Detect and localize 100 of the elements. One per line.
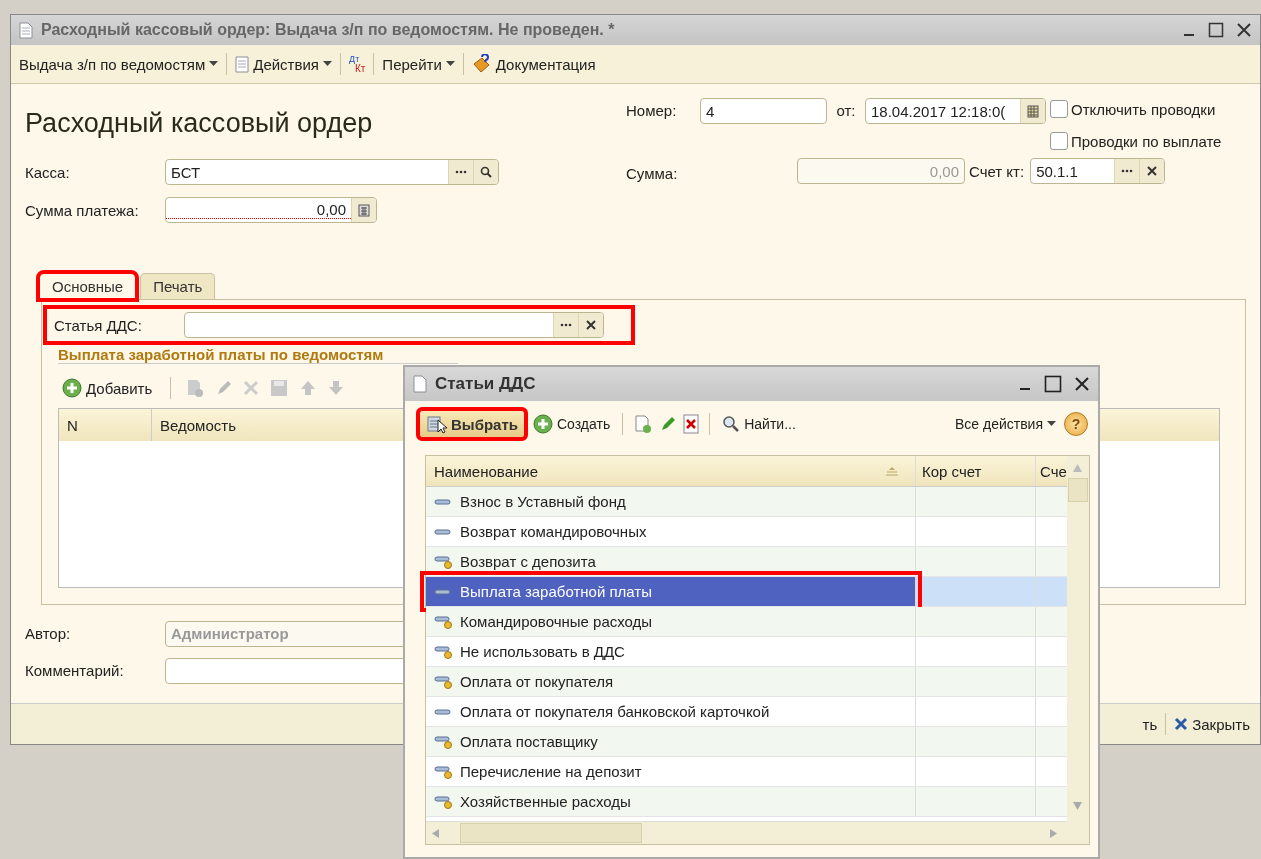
ellipsis-icon[interactable] (455, 170, 467, 174)
checkbox[interactable]: Отключить проводки (1050, 98, 1222, 120)
ellipsis-icon[interactable] (560, 323, 572, 327)
field-label: Сумма: (626, 163, 679, 182)
column-header[interactable]: N (59, 409, 152, 441)
close-button[interactable]: Закрыть (1170, 713, 1254, 735)
clear-icon[interactable] (586, 320, 596, 330)
scroll-thumb[interactable] (460, 823, 642, 843)
select-button[interactable]: Выбрать (419, 410, 525, 438)
close-icon[interactable] (1074, 376, 1090, 392)
item-name: Выплата заработной платы (460, 583, 652, 600)
field-label: Номер: (626, 101, 678, 119)
item-marked-icon (434, 674, 452, 689)
tab[interactable]: Основные (39, 273, 137, 299)
item-name: Оплата от покупателя банковской карточкой (460, 703, 770, 720)
postings-button[interactable]: Дт Кт (344, 53, 370, 75)
menu-button[interactable]: Выдача з/п по ведомостям (15, 53, 223, 75)
clear-icon[interactable] (1147, 166, 1158, 176)
item-marked-icon (434, 554, 452, 569)
section-title: Выплата заработной платы по ведомостям (58, 346, 458, 364)
item-icon (434, 496, 452, 507)
list-row[interactable]: Взнос в Уставный фонд (426, 487, 1067, 517)
save-button[interactable]: ть (1138, 713, 1162, 735)
list-row[interactable]: Оплата поставщику (426, 727, 1067, 757)
plus-icon (62, 378, 82, 398)
number-field[interactable]: 4 (700, 98, 827, 124)
close-icon (1174, 717, 1189, 731)
item-name: Не использовать в ДДС (460, 643, 625, 660)
item-name: Командировочные расходы (460, 613, 653, 630)
search-icon (722, 415, 741, 433)
item-marked-icon (434, 614, 452, 629)
pencil-icon[interactable] (659, 415, 678, 433)
item-name: Хозяйственные расходы (460, 793, 631, 810)
maximize-icon[interactable] (1208, 22, 1224, 38)
item-name: Взнос в Уставный фонд (460, 493, 626, 510)
checkbox[interactable]: Проводки по выплате (1050, 130, 1222, 152)
item-marked-icon (434, 644, 452, 659)
window-title: Расходный кассовый ордер: Выдача з/п по ведомостям. Не проведен. * (41, 21, 616, 39)
item-marked-icon (434, 764, 452, 779)
document-icon (235, 55, 250, 73)
item-name: Оплата от покупателя (460, 673, 614, 690)
scroll-left-icon[interactable] (432, 828, 440, 838)
column-header[interactable]: Наименование (426, 456, 916, 486)
calendar-icon[interactable] (1027, 104, 1039, 118)
item-name: Оплата поставщику (460, 733, 598, 750)
cash-desk-field[interactable]: БСТ (165, 159, 499, 185)
vertical-scrollbar[interactable] (1066, 456, 1089, 844)
field-label: Счет кт: (969, 162, 1025, 180)
item-marked-icon (434, 794, 452, 809)
column-header[interactable]: Кор счет (916, 456, 1036, 486)
maximize-icon[interactable] (1044, 375, 1062, 393)
pencil-icon[interactable] (215, 379, 234, 397)
field-label: Касса: (25, 163, 71, 181)
payment-amount-field[interactable]: 0,00 (165, 197, 377, 223)
all-actions-menu[interactable]: Все действия (952, 414, 1058, 434)
horizontal-scrollbar[interactable] (426, 821, 1067, 844)
create-button[interactable]: Создать (531, 412, 613, 436)
scroll-thumb[interactable] (1067, 478, 1088, 502)
field-label: Комментарий: (25, 662, 125, 679)
item-marked-icon (434, 734, 452, 749)
caret-icon (1047, 421, 1056, 427)
field-label: Автор: (25, 625, 72, 642)
item-name: Возврат командировочных (460, 523, 647, 540)
search-icon[interactable] (480, 166, 492, 178)
scroll-down-icon[interactable] (1073, 802, 1083, 810)
dialog-title: Статьи ДДС (435, 374, 537, 394)
tab[interactable]: Печать (140, 273, 216, 299)
credit-account-field[interactable]: 50.1.1 (1030, 158, 1166, 184)
caret-icon (445, 61, 455, 67)
help-book-icon (471, 54, 492, 74)
menu-button[interactable]: Перейти (378, 53, 459, 75)
item-name: Возврат с депозита (460, 553, 596, 570)
actions-menu-button[interactable]: Действия (231, 53, 336, 75)
calculator-icon[interactable] (358, 203, 370, 217)
find-button[interactable]: Найти... (720, 413, 798, 435)
copy-icon[interactable] (185, 378, 206, 398)
field-label: Статья ДДС: (54, 316, 143, 334)
list-row[interactable]: Возврат с депозита (426, 547, 1067, 577)
caret-icon (322, 61, 332, 67)
ellipsis-icon[interactable] (1121, 169, 1134, 173)
column-header[interactable]: Сче (1036, 456, 1067, 486)
list-row[interactable]: Оплата от покупателя (426, 667, 1067, 697)
copy-icon[interactable] (633, 414, 654, 434)
caret-icon (209, 61, 219, 67)
sort-icon (885, 466, 899, 476)
scroll-right-icon[interactable] (1048, 828, 1057, 838)
delete-icon[interactable] (683, 414, 700, 434)
close-icon[interactable] (1236, 22, 1252, 38)
cash-flow-item-field[interactable] (184, 312, 604, 338)
column-header[interactable]: Ведомость (152, 416, 236, 434)
date-field[interactable]: 18.04.2017 12:18:0( (865, 98, 1046, 124)
item-icon (434, 586, 452, 597)
field-label: от: (835, 101, 857, 119)
list-cursor-icon (426, 414, 448, 434)
list-row[interactable]: Хозяйственные расходы (426, 787, 1067, 817)
help-button[interactable]: ? (1064, 412, 1088, 436)
documentation-button[interactable]: Документация (467, 52, 600, 76)
form-heading: Расходный кассовый ордер (25, 108, 374, 139)
list-row[interactable]: Командировочные расходы (426, 607, 1067, 637)
add-button[interactable]: Добавить (58, 376, 157, 400)
